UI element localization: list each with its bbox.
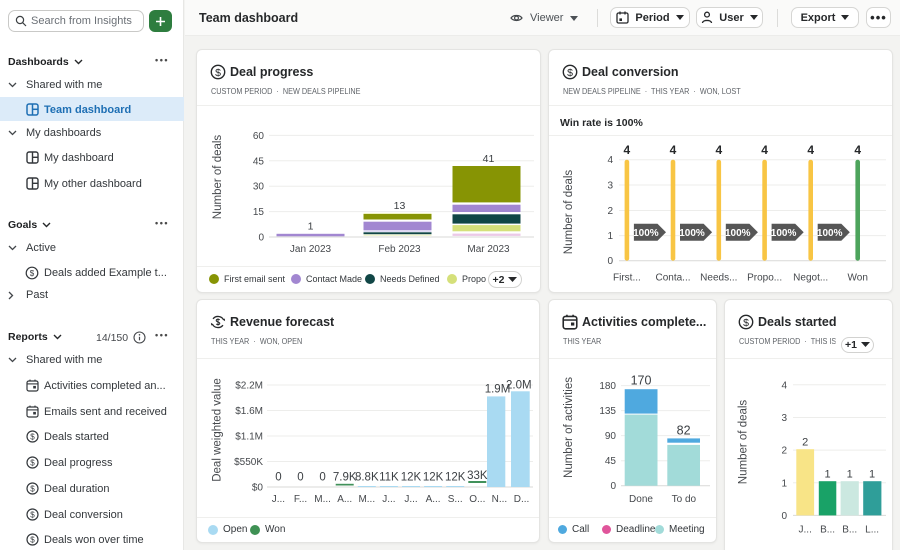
svg-text:0: 0 — [319, 472, 325, 484]
svg-text:Won: Won — [848, 273, 868, 284]
svg-text:33K: 33K — [467, 470, 488, 482]
svg-text:1: 1 — [825, 468, 831, 480]
svg-text:11K: 11K — [379, 472, 399, 484]
svg-text:Needs...: Needs... — [700, 273, 737, 284]
svg-text:$0: $0 — [252, 483, 264, 494]
svg-text:100%: 100% — [679, 228, 705, 239]
svg-text:2: 2 — [802, 436, 808, 448]
svg-text:B...: B... — [842, 525, 857, 536]
svg-text:100%: 100% — [771, 228, 797, 239]
svg-text:2: 2 — [781, 446, 787, 457]
svg-text:S...: S... — [448, 494, 463, 505]
svg-text:0: 0 — [258, 233, 264, 244]
svg-text:D...: D... — [514, 494, 530, 505]
svg-text:L...: L... — [865, 525, 879, 536]
svg-text:100%: 100% — [633, 228, 659, 239]
svg-text:0: 0 — [275, 472, 281, 484]
svg-text:12K: 12K — [401, 472, 422, 484]
svg-text:4: 4 — [781, 380, 787, 391]
svg-text:4: 4 — [807, 143, 814, 157]
svg-text:3: 3 — [781, 413, 787, 424]
svg-text:0: 0 — [607, 256, 613, 267]
svg-text:15: 15 — [253, 207, 265, 218]
svg-text:4: 4 — [624, 143, 631, 157]
svg-text:90: 90 — [605, 431, 617, 442]
svg-text:4: 4 — [607, 155, 613, 166]
svg-text:30: 30 — [253, 182, 265, 193]
svg-text:100%: 100% — [725, 228, 751, 239]
svg-text:Propo...: Propo... — [747, 273, 782, 284]
svg-text:$: $ — [30, 433, 35, 442]
svg-text:41: 41 — [483, 153, 495, 165]
svg-text:$550K: $550K — [234, 457, 263, 468]
svg-text:Done: Done — [629, 494, 653, 505]
svg-text:Number of activities: Number of activities — [563, 377, 575, 478]
svg-text:0: 0 — [610, 481, 616, 492]
svg-text:Number of deals: Number of deals — [563, 170, 575, 255]
svg-text:135: 135 — [599, 406, 616, 417]
svg-text:$2.2M: $2.2M — [235, 381, 263, 392]
svg-text:A...: A... — [426, 494, 441, 505]
svg-text:12K: 12K — [445, 472, 466, 484]
svg-text:$1.6M: $1.6M — [235, 406, 263, 417]
svg-text:M...: M... — [314, 494, 331, 505]
svg-text:180: 180 — [599, 381, 616, 392]
svg-text:Jan 2023: Jan 2023 — [290, 244, 332, 255]
svg-text:$: $ — [30, 485, 35, 494]
svg-text:M...: M... — [358, 494, 375, 505]
svg-text:$: $ — [30, 536, 35, 545]
svg-text:Negot...: Negot... — [793, 273, 828, 284]
svg-text:12K: 12K — [423, 472, 444, 484]
svg-text:$: $ — [30, 269, 35, 278]
svg-text:Conta...: Conta... — [655, 273, 690, 284]
svg-text:170: 170 — [631, 374, 652, 388]
svg-text:J...: J... — [404, 494, 417, 505]
svg-text:J...: J... — [799, 525, 812, 536]
svg-text:$: $ — [30, 511, 35, 520]
svg-text:$: $ — [30, 459, 35, 468]
svg-text:1: 1 — [781, 478, 787, 489]
svg-text:A...: A... — [337, 494, 352, 505]
svg-text:2.0M: 2.0M — [506, 380, 532, 392]
svg-text:J...: J... — [272, 494, 285, 505]
svg-text:100%: 100% — [817, 228, 843, 239]
svg-text:0: 0 — [297, 472, 303, 484]
svg-text:1: 1 — [308, 221, 314, 233]
svg-text:0: 0 — [781, 511, 787, 522]
svg-text:B...: B... — [820, 525, 835, 536]
svg-text:13: 13 — [394, 200, 406, 212]
svg-text:J...: J... — [382, 494, 395, 505]
svg-text:60: 60 — [253, 131, 265, 142]
svg-text:Number of deals: Number of deals — [738, 400, 750, 485]
svg-text:4: 4 — [854, 143, 861, 157]
svg-text:N...: N... — [492, 494, 508, 505]
svg-text:1: 1 — [869, 468, 875, 480]
svg-text:Mar 2023: Mar 2023 — [467, 244, 510, 255]
svg-text:1: 1 — [847, 468, 853, 480]
svg-text:3: 3 — [607, 181, 613, 192]
svg-text:45: 45 — [253, 156, 265, 167]
svg-text:4: 4 — [670, 143, 677, 157]
svg-text:8.8K: 8.8K — [355, 472, 379, 484]
svg-text:82: 82 — [677, 424, 691, 438]
svg-text:$1.1M: $1.1M — [235, 432, 263, 443]
svg-text:4: 4 — [761, 143, 768, 157]
svg-text:2: 2 — [607, 206, 613, 217]
svg-text:45: 45 — [605, 456, 617, 467]
svg-text:To do: To do — [672, 494, 697, 505]
svg-text:First...: First... — [613, 273, 641, 284]
svg-text:4: 4 — [715, 143, 722, 157]
svg-text:F...: F... — [294, 494, 307, 505]
svg-text:1: 1 — [607, 231, 613, 242]
svg-text:O...: O... — [469, 494, 485, 505]
svg-text:7.9K: 7.9K — [333, 472, 357, 484]
svg-text:Deal weighted value: Deal weighted value — [212, 378, 224, 482]
svg-text:Number of deals: Number of deals — [212, 135, 224, 220]
svg-text:Feb 2023: Feb 2023 — [378, 244, 421, 255]
